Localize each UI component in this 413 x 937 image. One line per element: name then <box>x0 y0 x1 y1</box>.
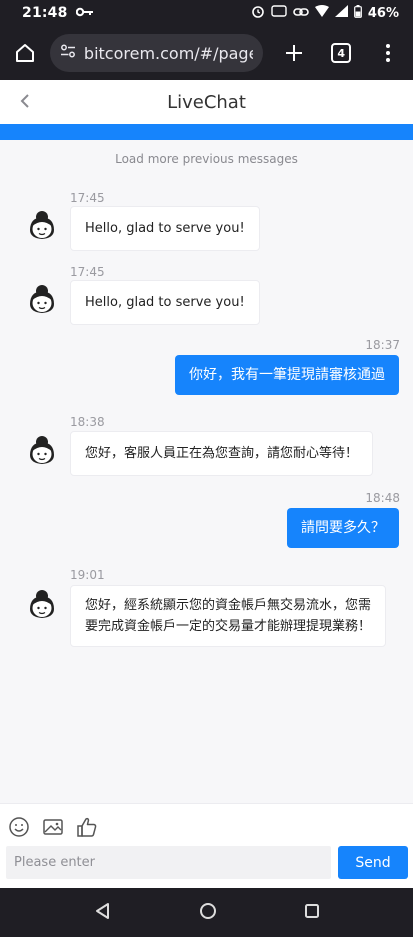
user-message-bubble: 請問要多久？ <box>287 508 399 548</box>
url-text: bitcorem.com/#/pages/l <box>83 43 253 63</box>
load-more-link[interactable]: Load more previous messages <box>0 152 413 166</box>
signal-icon <box>334 5 348 21</box>
alarm-icon <box>251 4 265 22</box>
chat-page: LiveChat Load more previous messages 17:… <box>0 80 413 888</box>
system-nav-bar <box>0 888 413 937</box>
home-nav-icon[interactable] <box>199 902 217 924</box>
more-menu-icon[interactable] <box>373 38 403 68</box>
tab-switcher-button[interactable]: 4 <box>331 43 352 63</box>
user-message-bubble: 你好，我有一筆提現請審核通過 <box>175 355 399 395</box>
agent-message-bubble: Hello, glad to serve you! <box>70 280 260 325</box>
message-line: 您好，經系統顯示您的資金帳戶無交易流水，您需 <box>85 598 372 613</box>
agent-avatar-icon <box>26 208 58 242</box>
message-time: 18:48 <box>365 491 400 505</box>
message-time: 18:38 <box>70 415 105 429</box>
message-time: 19:01 <box>70 568 105 582</box>
agent-message-bubble: 您好，經系統顯示您的資金帳戶無交易流水，您需 要完成資金帳戶一定的交易量才能辦理… <box>70 585 387 647</box>
link-icon <box>293 6 309 21</box>
emoji-icon[interactable] <box>8 816 30 838</box>
browser-toolbar: bitcorem.com/#/pages/l 4 <box>0 26 413 80</box>
hd-icon <box>271 5 287 21</box>
home-icon[interactable] <box>10 38 40 68</box>
agent-avatar-icon <box>26 587 58 621</box>
status-bar: 21:48 46% <box>0 0 413 26</box>
message-time: 17:45 <box>70 265 105 279</box>
thumbs-up-icon[interactable] <box>76 816 98 838</box>
battery-icon <box>353 4 362 22</box>
new-tab-icon[interactable] <box>279 38 309 68</box>
address-bar[interactable]: bitcorem.com/#/pages/l <box>49 34 264 72</box>
key-icon <box>75 5 94 21</box>
send-button[interactable]: Send <box>338 846 408 879</box>
chat-header: LiveChat <box>0 80 413 124</box>
image-icon[interactable] <box>42 816 64 838</box>
chat-composer: Send <box>0 803 413 888</box>
back-nav-icon[interactable] <box>94 902 112 924</box>
agent-avatar-icon <box>26 282 58 316</box>
recents-nav-icon[interactable] <box>304 903 320 923</box>
back-icon[interactable] <box>14 89 38 113</box>
message-time: 17:45 <box>70 191 105 205</box>
accent-banner <box>0 124 413 140</box>
agent-avatar-icon <box>26 433 58 467</box>
agent-message-bubble: Hello, glad to serve you! <box>70 206 260 251</box>
wifi-icon <box>314 5 329 21</box>
agent-message-bubble: 您好，客服人員正在為您查詢，請您耐心等待！ <box>70 431 374 476</box>
message-line: 要完成資金帳戶一定的交易量才能辦理提現業務！ <box>85 619 372 634</box>
page-title: LiveChat <box>167 91 246 113</box>
site-settings-icon[interactable] <box>60 43 76 63</box>
status-time: 21:48 <box>22 5 68 21</box>
message-input[interactable] <box>6 846 331 879</box>
message-time: 18:37 <box>365 338 400 352</box>
battery-level: 46% <box>367 5 399 21</box>
